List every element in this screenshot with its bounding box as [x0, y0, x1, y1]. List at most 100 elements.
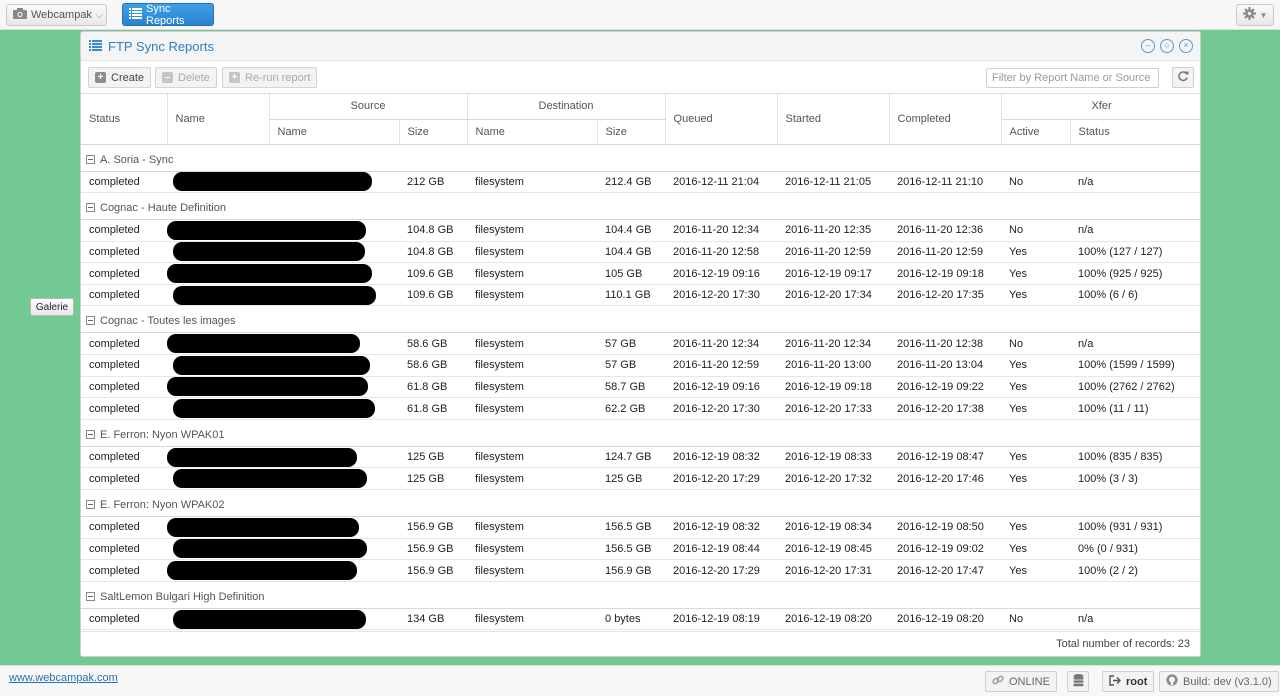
col-destination: Destination: [467, 94, 666, 120]
filter-input[interactable]: [986, 68, 1159, 88]
col-source-name[interactable]: Name: [269, 119, 400, 145]
xfer-active-cell: Yes: [1001, 559, 1071, 582]
source-size-cell: 61.8 GB: [399, 397, 468, 420]
group-header-row[interactable]: E. Ferron: Nyon WPAK02: [81, 489, 1200, 518]
settings-button[interactable]: ▼: [1236, 4, 1274, 26]
col-dest-name[interactable]: Name: [467, 119, 598, 145]
collapse-icon[interactable]: [86, 316, 95, 326]
name-cell: [167, 171, 399, 194]
status-cell: completed: [81, 376, 167, 399]
table-row[interactable]: completed 156.9 GB filesystem 156.9 GB 2016-…: [81, 559, 1200, 582]
status-cell: completed: [81, 467, 167, 491]
sync-reports-button[interactable]: Sync Reports: [122, 3, 214, 27]
reports-table: Status Name Source Destination Queued St…: [81, 94, 1200, 631]
destination-size-cell: 125 GB: [597, 467, 666, 491]
redacted-name: [167, 447, 357, 467]
source-size-cell: 156.9 GB: [399, 516, 468, 539]
app-menu-button[interactable]: Webcampak ⌵: [6, 4, 107, 26]
create-button[interactable]: + Create: [88, 67, 152, 88]
collapse-icon[interactable]: [86, 500, 95, 510]
group-header-row[interactable]: E. Ferron: Nyon WPAK01: [81, 419, 1200, 447]
collapse-icon[interactable]: [86, 591, 95, 601]
xfer-status-cell: n/a: [1070, 332, 1200, 356]
destination-name-cell: filesystem: [467, 516, 598, 539]
col-xfer-active[interactable]: Active: [1001, 119, 1071, 145]
close-icon[interactable]: ×: [1179, 39, 1193, 53]
col-dest-size[interactable]: Size: [597, 119, 666, 145]
redacted-name: [173, 285, 376, 305]
group-title: E. Ferron: Nyon WPAK02: [100, 499, 225, 512]
col-source: Source: [269, 94, 468, 120]
col-name[interactable]: Name: [167, 94, 270, 145]
name-cell: [167, 376, 399, 399]
minimize-icon[interactable]: –: [1141, 39, 1155, 53]
table-row[interactable]: completed 212 GB filesystem 212.4 GB 2016-12…: [81, 171, 1200, 194]
group-header-cell: Cognac - Haute Definition: [81, 192, 1200, 221]
redacted-name: [173, 539, 367, 559]
delete-button[interactable]: – Delete: [155, 67, 217, 88]
status-cell: completed: [81, 397, 167, 420]
col-started[interactable]: Started: [777, 94, 890, 145]
started-cell: 2016-11-20 13:00: [777, 354, 890, 377]
collapse-icon[interactable]: [86, 154, 95, 164]
xfer-status-cell: n/a: [1070, 608, 1200, 631]
table-row[interactable]: completed 58.6 GB filesystem 57 GB 2016-11-2…: [81, 332, 1200, 356]
table-row[interactable]: completed 134 GB filesystem 0 bytes 2016-12-…: [81, 608, 1200, 631]
collapse-icon[interactable]: [86, 203, 95, 213]
completed-cell: 2016-12-19 08:50: [889, 516, 1002, 539]
col-source-size[interactable]: Size: [399, 119, 468, 145]
table-row[interactable]: completed 58.6 GB filesystem 57 GB 2016-11-2…: [81, 354, 1200, 377]
status-cell: completed: [81, 171, 167, 194]
maximize-icon[interactable]: ○: [1160, 39, 1174, 53]
xfer-active-cell: No: [1001, 171, 1071, 194]
source-size-cell: 125 GB: [399, 467, 468, 491]
queued-cell: 2016-12-19 08:32: [665, 516, 778, 539]
group-header-row[interactable]: SaltLemon Bulgari High Definition: [81, 581, 1200, 609]
build-info-button[interactable]: Build: dev (v3.1.0): [1159, 671, 1279, 692]
galerie-desktop-button[interactable]: Galerie: [30, 298, 74, 316]
col-xfer-status[interactable]: Status: [1070, 119, 1200, 145]
database-button[interactable]: [1067, 671, 1089, 692]
table-row[interactable]: completed 156.9 GB filesystem 156.5 GB 2016-…: [81, 538, 1200, 561]
status-cell: completed: [81, 284, 167, 307]
group-header-row[interactable]: Cognac - Haute Definition: [81, 192, 1200, 221]
destination-size-cell: 104.4 GB: [597, 219, 666, 242]
started-cell: 2016-12-11 21:05: [777, 171, 890, 194]
redacted-name: [167, 334, 360, 354]
table-row[interactable]: completed 104.8 GB filesystem 104.4 GB 2016-…: [81, 219, 1200, 242]
table-row[interactable]: completed 104.8 GB filesystem 104.4 GB 2016-…: [81, 241, 1200, 264]
col-completed[interactable]: Completed: [889, 94, 1002, 145]
group-header-row[interactable]: A. Soria - Sync: [81, 144, 1200, 172]
table-row[interactable]: completed 109.6 GB filesystem 105 GB 2016-12…: [81, 262, 1200, 285]
app-menu-label: Webcampak: [31, 9, 92, 21]
source-size-cell: 58.6 GB: [399, 332, 468, 356]
started-cell: 2016-12-19 08:20: [777, 608, 890, 631]
database-icon: [1073, 673, 1084, 690]
website-link[interactable]: www.webcampak.com: [9, 672, 118, 684]
list-icon: [89, 40, 102, 54]
collapse-icon[interactable]: [86, 429, 95, 439]
user-logout-button[interactable]: root: [1102, 671, 1155, 692]
table-row[interactable]: completed 125 GB filesystem 125 GB 2016-12-2…: [81, 467, 1200, 491]
destination-name-cell: filesystem: [467, 397, 598, 420]
sign-out-icon: [1109, 674, 1121, 689]
xfer-active-cell: No: [1001, 219, 1071, 242]
xfer-active-cell: No: [1001, 608, 1071, 631]
name-cell: [167, 516, 399, 539]
col-queued[interactable]: Queued: [665, 94, 778, 145]
table-row[interactable]: completed 156.9 GB filesystem 156.5 GB 2016-…: [81, 516, 1200, 539]
table-row[interactable]: completed 109.6 GB filesystem 110.1 GB 2016-…: [81, 284, 1200, 307]
queued-cell: 2016-12-20 17:29: [665, 559, 778, 582]
chevron-down-icon: ▼: [1259, 10, 1268, 20]
col-status[interactable]: Status: [81, 94, 168, 145]
started-cell: 2016-12-19 08:34: [777, 516, 890, 539]
group-header-row[interactable]: Cognac - Toutes les images: [81, 305, 1200, 334]
online-status-button[interactable]: ONLINE: [985, 671, 1057, 692]
window-title: FTP Sync Reports: [108, 39, 214, 54]
table-row[interactable]: completed 125 GB filesystem 124.7 GB 2016-12…: [81, 446, 1200, 469]
table-row[interactable]: completed 61.8 GB filesystem 62.2 GB 2016-12…: [81, 397, 1200, 420]
refresh-button[interactable]: [1172, 67, 1194, 88]
rerun-report-button[interactable]: + Re-run report: [222, 67, 318, 88]
xfer-active-cell: Yes: [1001, 262, 1071, 285]
table-row[interactable]: completed 61.8 GB filesystem 58.7 GB 2016-12…: [81, 376, 1200, 399]
